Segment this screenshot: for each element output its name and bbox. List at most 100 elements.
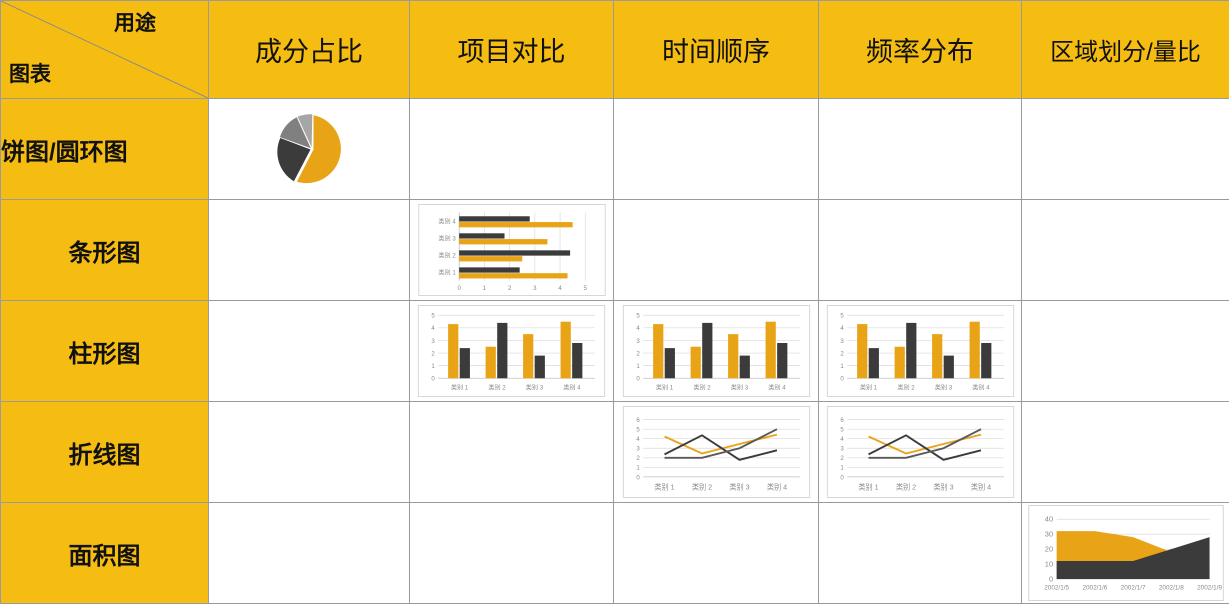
svg-text:类别 1: 类别 1 (451, 383, 469, 391)
cell-column-composition (209, 301, 410, 402)
svg-text:4: 4 (840, 436, 844, 443)
category-labels: 类别 1 类别 2 类别 3 类别 4 (654, 482, 787, 491)
svg-text:1: 1 (840, 363, 844, 370)
cell-line-region-ratio (1022, 402, 1229, 503)
y-axis-tick-labels: 40 30 20 10 0 (1044, 515, 1052, 584)
svg-text:类别 1: 类别 1 (858, 482, 878, 491)
header-row: 用途 图表 成分占比 项目对比 时间顺序 频率分布 区域划分/量比 (1, 1, 1229, 99)
x-axis-tick-labels: 0 1 2 3 4 5 (457, 285, 587, 292)
svg-text:1: 1 (636, 363, 640, 370)
column-header-region-ratio: 区域划分/量比 (1022, 1, 1229, 99)
svg-text:类别 2: 类别 2 (897, 383, 915, 391)
svg-text:2002/1/8: 2002/1/8 (1158, 584, 1183, 591)
line-chart-time-sequence: 6 5 4 3 2 1 0 类别 1 类别 2 类别 3 类别 4 (620, 406, 813, 498)
cell-column-item-comparison: 5 4 3 2 1 0 类别 1 类别 2 类别 3 类别 4 (410, 301, 614, 402)
cell-area-frequency-distribution (819, 503, 1022, 604)
pie-chart-composition (252, 105, 367, 193)
svg-text:3: 3 (431, 338, 435, 345)
svg-text:2002/1/9: 2002/1/9 (1197, 584, 1222, 591)
svg-text:0: 0 (636, 376, 640, 383)
svg-text:3: 3 (840, 338, 844, 345)
svg-text:4: 4 (636, 436, 640, 443)
svg-text:10: 10 (1044, 560, 1052, 569)
svg-text:5: 5 (636, 427, 640, 434)
svg-text:2002/1/6: 2002/1/6 (1082, 584, 1107, 591)
chart-usage-matrix: 用途 图表 成分占比 项目对比 时间顺序 频率分布 区域划分/量比 饼图/圆环图 (0, 0, 1229, 604)
svg-text:类别 3: 类别 3 (730, 383, 748, 391)
svg-text:0: 0 (457, 285, 461, 292)
area-chart-region-ratio: 40 30 20 10 0 2002/1/5 2002/1/6 2002/1/7… (1028, 505, 1224, 601)
x-axis-tick-labels: 2002/1/5 2002/1/6 2002/1/7 2002/1/8 2002… (1044, 584, 1222, 591)
corner-usage-label: 用途 (114, 7, 156, 37)
svg-text:5: 5 (431, 313, 435, 320)
svg-text:40: 40 (1044, 515, 1052, 524)
column-chart-time-sequence: 5 4 3 2 1 0 类别 1 类别 2 类别 3 类别 4 (620, 305, 813, 397)
svg-text:5: 5 (636, 313, 640, 320)
cell-area-composition (209, 503, 410, 604)
svg-text:类别 1: 类别 1 (654, 482, 674, 491)
category-labels: 类别 1 类别 2 类别 3 类别 4 (858, 482, 991, 491)
svg-text:0: 0 (1048, 574, 1052, 583)
svg-text:类别 1: 类别 1 (438, 269, 456, 277)
svg-text:2: 2 (840, 350, 844, 357)
y-axis-tick-labels: 5 4 3 2 1 0 (636, 313, 640, 383)
svg-text:类别 3: 类别 3 (526, 383, 544, 391)
svg-text:类别 2: 类别 2 (438, 252, 456, 260)
line-chart-frequency-distribution: 6 5 4 3 2 1 0 类别 1 类别 2 类别 3 类别 4 (825, 406, 1016, 498)
cell-column-time-sequence: 5 4 3 2 1 0 类别 1 类别 2 类别 3 类别 4 (614, 301, 819, 402)
svg-text:类别 3: 类别 3 (933, 482, 953, 491)
svg-text:4: 4 (558, 285, 562, 292)
cell-area-region-ratio: 40 30 20 10 0 2002/1/5 2002/1/6 2002/1/7… (1022, 503, 1229, 604)
cell-line-time-sequence: 6 5 4 3 2 1 0 类别 1 类别 2 类别 3 类别 4 (614, 402, 819, 503)
svg-text:5: 5 (840, 313, 844, 320)
column-header-composition: 成分占比 (209, 1, 410, 99)
svg-text:0: 0 (636, 474, 640, 481)
row-header-pie: 饼图/圆环图 (1, 99, 209, 200)
svg-text:1: 1 (431, 363, 435, 370)
svg-text:类别 2: 类别 2 (693, 383, 711, 391)
column-header-item-comparison: 项目对比 (410, 1, 614, 99)
svg-text:4: 4 (636, 325, 640, 332)
svg-text:2002/1/5: 2002/1/5 (1044, 584, 1069, 591)
category-labels: 类别 4 类别 3 类别 2 类别 1 (438, 218, 456, 277)
svg-text:类别 2: 类别 2 (691, 482, 711, 491)
svg-text:类别 4: 类别 4 (563, 383, 581, 391)
svg-text:4: 4 (431, 325, 435, 332)
column-chart-frequency-distribution: 5 4 3 2 1 0 类别 1 类别 2 类别 3 类别 4 (825, 305, 1016, 397)
svg-text:0: 0 (431, 376, 435, 383)
svg-text:类别 4: 类别 4 (970, 482, 990, 491)
svg-text:类别 4: 类别 4 (972, 383, 990, 391)
svg-text:类别 2: 类别 2 (895, 482, 915, 491)
svg-text:3: 3 (636, 446, 640, 453)
svg-text:2002/1/7: 2002/1/7 (1120, 584, 1145, 591)
y-axis-tick-labels: 5 4 3 2 1 0 (431, 313, 435, 383)
svg-text:6: 6 (636, 417, 640, 424)
svg-text:1: 1 (482, 285, 486, 292)
cell-pie-composition (209, 99, 410, 200)
svg-text:2: 2 (431, 350, 435, 357)
svg-text:3: 3 (840, 446, 844, 453)
svg-text:5: 5 (840, 427, 844, 434)
svg-text:类别 4: 类别 4 (768, 383, 786, 391)
cell-line-item-comparison (410, 402, 614, 503)
corner-chart-label: 图表 (9, 58, 51, 88)
svg-text:2: 2 (840, 455, 844, 462)
cell-bar-composition (209, 200, 410, 301)
column-header-frequency-distribution: 频率分布 (819, 1, 1022, 99)
svg-text:类别 4: 类别 4 (766, 482, 786, 491)
category-labels: 类别 1 类别 2 类别 3 类别 4 (859, 383, 989, 391)
cell-line-composition (209, 402, 410, 503)
table-row-column: 柱形图 (1, 301, 1229, 402)
table-row-line: 折线图 (1, 402, 1229, 503)
svg-text:6: 6 (840, 417, 844, 424)
svg-text:0: 0 (840, 474, 844, 481)
table-row-bar: 条形图 (1, 200, 1229, 301)
svg-text:3: 3 (636, 338, 640, 345)
cell-bar-time-sequence (614, 200, 819, 301)
y-axis-tick-labels: 5 4 3 2 1 0 (840, 313, 844, 383)
row-header-area: 面积图 (1, 503, 209, 604)
y-axis-tick-labels: 6 5 4 3 2 1 0 (636, 417, 640, 481)
cell-bar-frequency-distribution (819, 200, 1022, 301)
svg-text:0: 0 (840, 376, 844, 383)
svg-text:类别 3: 类别 3 (729, 482, 749, 491)
